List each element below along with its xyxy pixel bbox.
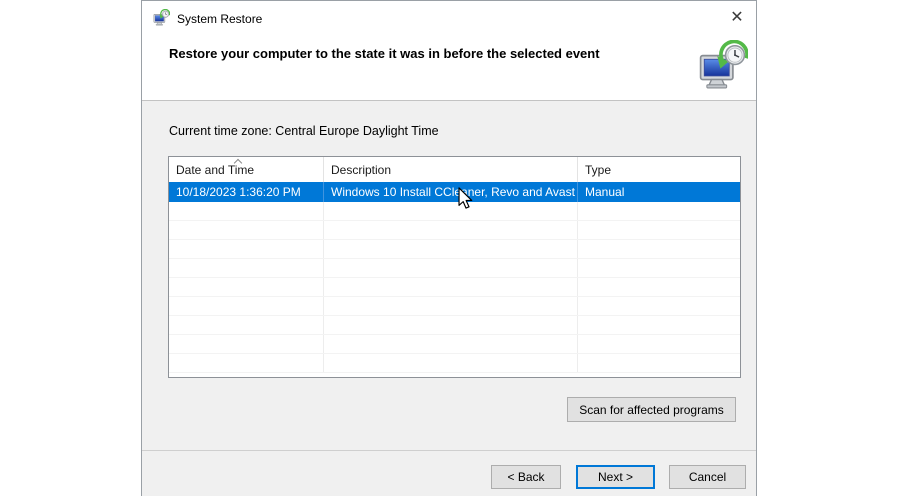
next-button[interactable]: Next > (576, 465, 655, 489)
empty-cell (578, 259, 740, 277)
restore-point-cell: Windows 10 Install CCleaner, Revo and Av… (324, 182, 578, 202)
footer-bar: < Back Next > Cancel (142, 450, 756, 496)
empty-cell (169, 297, 324, 315)
empty-table-row[interactable] (169, 335, 740, 354)
empty-cell (324, 335, 578, 353)
empty-cell (578, 335, 740, 353)
restore-point-row[interactable]: 10/18/2023 1:36:20 PMWindows 10 Install … (169, 182, 740, 202)
title-bar[interactable]: System Restore ✕ (142, 1, 756, 36)
empty-cell (324, 297, 578, 315)
empty-table-row[interactable] (169, 316, 740, 335)
empty-cell (324, 240, 578, 258)
empty-cell (324, 259, 578, 277)
empty-cell (169, 240, 324, 258)
sort-chevron-up-icon (234, 159, 242, 167)
system-restore-icon (153, 9, 170, 26)
table-body: 10/18/2023 1:36:20 PMWindows 10 Install … (169, 182, 740, 377)
system-restore-large-icon (698, 37, 748, 93)
empty-cell (169, 221, 324, 239)
empty-cell (578, 278, 740, 296)
empty-table-row[interactable] (169, 278, 740, 297)
empty-cell (578, 240, 740, 258)
close-icon: ✕ (730, 9, 743, 26)
desktop-background: System Restore ✕ Restore your computer t… (0, 0, 900, 500)
empty-cell (169, 354, 324, 372)
empty-cell (578, 316, 740, 334)
header-section: Restore your computer to the state it wa… (142, 36, 756, 101)
restore-points-table: Date and TimeDescriptionType 10/18/2023 … (168, 156, 741, 378)
empty-cell (324, 221, 578, 239)
window-title: System Restore (177, 12, 262, 26)
table-header-row: Date and TimeDescriptionType (169, 157, 740, 182)
empty-cell (578, 354, 740, 372)
cancel-button[interactable]: Cancel (669, 465, 746, 489)
restore-point-cell: Manual (578, 182, 740, 202)
timezone-text: Current time zone: Central Europe Daylig… (169, 124, 439, 138)
empty-cell (324, 278, 578, 296)
empty-cell (578, 297, 740, 315)
empty-table-row[interactable] (169, 297, 740, 316)
empty-table-row[interactable] (169, 221, 740, 240)
back-button[interactable]: < Back (491, 465, 561, 489)
empty-table-row[interactable] (169, 259, 740, 278)
column-header-date-and-time[interactable]: Date and Time (169, 157, 324, 182)
empty-cell (169, 316, 324, 334)
empty-cell (578, 202, 740, 220)
dialog-body: Current time zone: Central Europe Daylig… (142, 101, 756, 450)
empty-cell (578, 221, 740, 239)
empty-table-row[interactable] (169, 202, 740, 221)
empty-cell (169, 278, 324, 296)
empty-table-row[interactable] (169, 240, 740, 259)
close-button[interactable]: ✕ (722, 3, 752, 33)
empty-cell (324, 316, 578, 334)
empty-cell (169, 335, 324, 353)
restore-point-cell: 10/18/2023 1:36:20 PM (169, 182, 324, 202)
empty-cell (169, 259, 324, 277)
column-header-description[interactable]: Description (324, 157, 578, 182)
scan-affected-programs-button[interactable]: Scan for affected programs (567, 397, 736, 422)
dialog-heading: Restore your computer to the state it wa… (169, 46, 600, 61)
empty-cell (324, 202, 578, 220)
column-header-type[interactable]: Type (578, 157, 740, 182)
system-restore-dialog: System Restore ✕ Restore your computer t… (141, 0, 757, 496)
empty-cell (169, 202, 324, 220)
empty-cell (324, 354, 578, 372)
empty-table-row[interactable] (169, 354, 740, 373)
